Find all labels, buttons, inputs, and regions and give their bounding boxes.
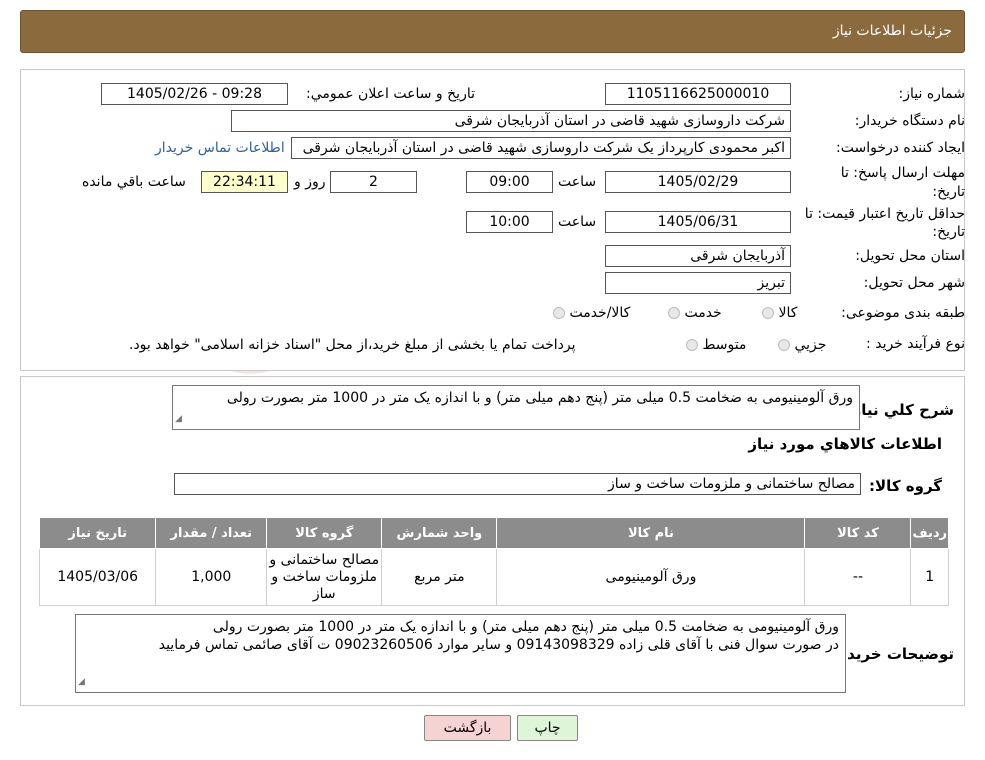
description-text: ورق آلومینیومی به ضخامت 0.5 میلی متر (پن… xyxy=(226,390,853,406)
col-header-unit: واحد شمارش xyxy=(381,517,498,549)
buyer-org-label: نام دستگاه خریدار: xyxy=(854,113,965,129)
goods-section-title: اطلاعات کالاهاي مورد نیاز xyxy=(748,435,942,453)
buyer-contact-link[interactable]: اطلاعات تماس خریدار xyxy=(155,140,285,156)
goods-table: رديف کد کالا نام کالا واحد شمارش گروه کا… xyxy=(38,517,949,606)
col-header-code: کد کالا xyxy=(804,517,912,549)
category-option-both[interactable]: کالا/خدمت xyxy=(553,305,630,321)
radio-icon xyxy=(668,307,680,319)
radio-icon xyxy=(778,339,790,351)
resize-grip-icon: ◢ xyxy=(175,414,182,424)
days-label: روز و xyxy=(294,174,326,190)
buyer-notes-textarea[interactable]: ورق آلومینیومی به ضخامت 0.5 میلی متر (پن… xyxy=(75,614,846,693)
province-label: استان محل تحویل: xyxy=(855,248,965,264)
announce-field: 1405/02/26 - 09:28 xyxy=(101,83,288,105)
process-label: نوع فرآیند خرید : xyxy=(866,336,965,352)
category-option-goods[interactable]: کالا xyxy=(762,305,797,321)
process-option-minor[interactable]: جزيي xyxy=(778,337,826,353)
validity-label-date: تاریخ: xyxy=(932,224,965,240)
city-field: تبریز xyxy=(605,272,791,294)
deadline-label-date: تاریخ: xyxy=(932,184,965,200)
days-field: 2 xyxy=(330,171,417,193)
cell-name: ورق آلومینیومی xyxy=(496,548,806,606)
radio-icon xyxy=(553,307,565,319)
radio-icon xyxy=(762,307,774,319)
radio-icon xyxy=(686,339,698,351)
cell-group: مصالح ساختمانی و ملزومات ساخت و ساز xyxy=(266,548,383,606)
col-header-group: گروه کالا xyxy=(266,517,383,549)
category-service-label: خدمت xyxy=(684,305,722,321)
description-label: شرح کلي نیاز: xyxy=(846,401,954,419)
province-field: آذربایجان شرقی xyxy=(605,245,791,267)
page-header: جزئیات اطلاعات نیاز xyxy=(20,10,965,53)
cell-quantity: 1,000 xyxy=(155,548,268,606)
resize-grip-icon: ◢ xyxy=(78,677,85,687)
creator-label: ایجاد کننده درخواست: xyxy=(836,140,965,156)
page-title: جزئیات اطلاعات نیاز xyxy=(832,23,952,39)
remaining-time-field: 22:34:11 xyxy=(201,171,288,193)
city-label: شهر محل تحویل: xyxy=(863,275,965,291)
process-medium-label: متوسط xyxy=(702,337,747,353)
goods-group-label: گروه کالا: xyxy=(869,477,942,495)
category-goods-label: کالا xyxy=(778,305,798,321)
back-button[interactable]: بازگشت xyxy=(424,715,511,741)
process-note: پرداخت تمام یا بخشی از مبلغ خرید،از محل … xyxy=(129,337,576,353)
announce-label: تاریخ و ساعت اعلان عمومي: xyxy=(306,86,475,102)
process-option-medium[interactable]: متوسط xyxy=(686,337,746,353)
goods-panel: شرح کلي نیاز: ورق آلومینیومی به ضخامت 0.… xyxy=(20,376,965,706)
cell-unit: متر مربع xyxy=(381,548,498,606)
category-label: طبقه بندی موضوعی: xyxy=(841,305,965,321)
buyer-notes-line1: ورق آلومینیومی به ضخامت 0.5 میلی متر (پن… xyxy=(212,619,839,635)
remaining-label: ساعت باقي مانده xyxy=(82,174,186,190)
cell-code: -- xyxy=(804,548,912,606)
buyer-org-field: شرکت داروسازی شهید قاضی در استان آذربایج… xyxy=(231,110,791,132)
creator-field: اکبر محمودی کارپرداز یک شرکت داروسازی شه… xyxy=(291,137,791,159)
description-textarea[interactable]: ورق آلومینیومی به ضخامت 0.5 میلی متر (پن… xyxy=(172,385,860,430)
need-number-label: شماره نیاز: xyxy=(898,86,966,102)
validity-date-field: 1405/06/31 xyxy=(605,211,791,233)
validity-label: حداقل تاریخ اعتبار قیمت: تا xyxy=(804,206,965,222)
col-header-index: رديف xyxy=(910,517,949,549)
category-option-service[interactable]: خدمت xyxy=(668,305,722,321)
cell-date: 1405/03/06 xyxy=(38,548,157,606)
need-number-field: 1105116625000010 xyxy=(605,83,791,105)
validity-time-label: ساعت xyxy=(558,214,597,230)
process-minor-label: جزيي xyxy=(794,337,827,353)
deadline-label: مهلت ارسال پاسخ: تا xyxy=(840,165,965,181)
buyer-notes-label: توضیحات خریدار: xyxy=(827,645,954,663)
print-button[interactable]: چاپ xyxy=(517,715,578,741)
col-header-quantity: تعداد / مقدار xyxy=(155,517,268,549)
table-row: 1 -- ورق آلومینیومی متر مربع مصالح ساختم… xyxy=(38,548,949,606)
cell-index: 1 xyxy=(910,548,949,606)
deadline-time-field: 09:00 xyxy=(466,171,553,193)
deadline-time-label: ساعت xyxy=(558,174,597,190)
buyer-notes-line2: در صورت سوال فنی با آقای قلی زاده 091430… xyxy=(158,637,839,653)
validity-time-field: 10:00 xyxy=(466,211,553,233)
category-both-label: کالا/خدمت xyxy=(569,305,631,321)
col-header-name: نام کالا xyxy=(496,517,806,549)
goods-group-field: مصالح ساختمانی و ملزومات ساخت و ساز xyxy=(174,473,861,495)
col-header-date: تاریخ نیاز xyxy=(38,517,157,549)
deadline-date-field: 1405/02/29 xyxy=(605,171,791,193)
